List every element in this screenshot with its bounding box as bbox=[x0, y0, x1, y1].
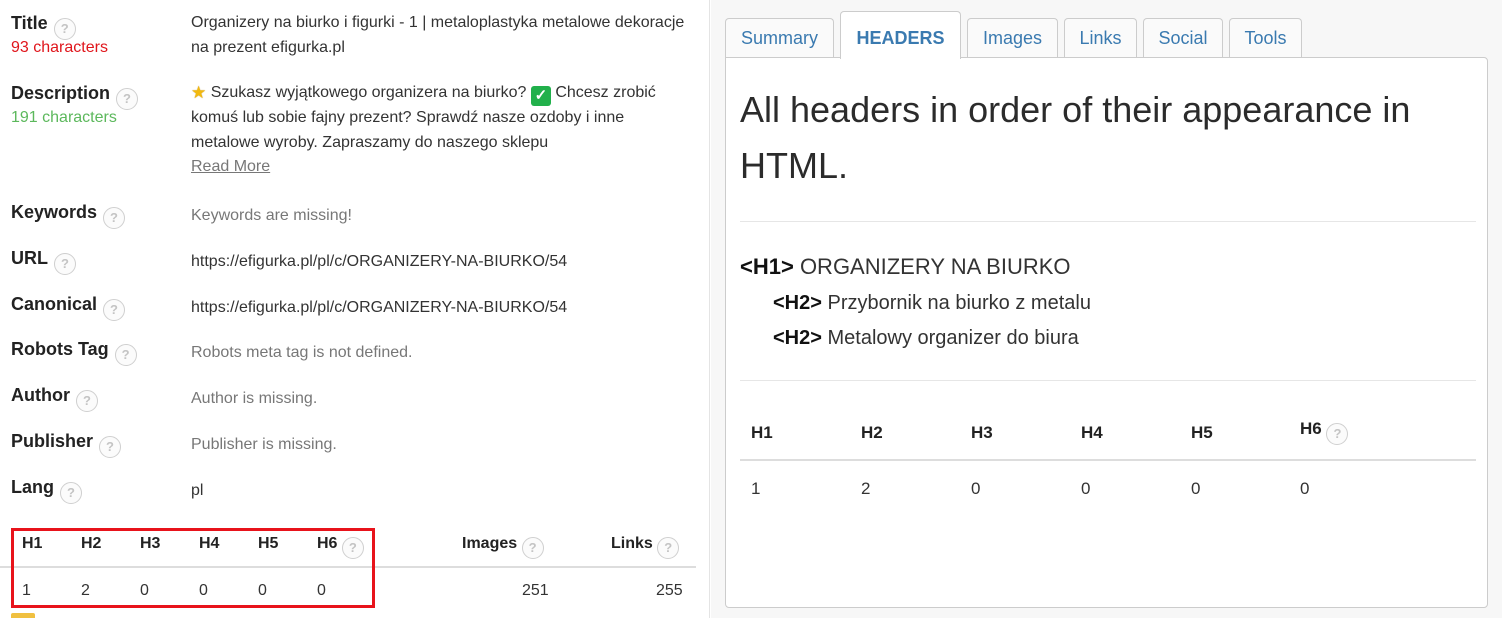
left-stats-header: H1 H2 H3 H4 H5 H6 ? Images ? Links ? bbox=[0, 530, 696, 568]
help-icon[interactable]: ? bbox=[521, 537, 544, 559]
tab-tools[interactable]: Tools bbox=[1229, 18, 1302, 58]
robots-value: Robots meta tag is not defined. bbox=[191, 344, 413, 361]
h4-count: 0 bbox=[1081, 479, 1091, 498]
lang-value: pl bbox=[191, 482, 204, 499]
links-column-header: Links bbox=[611, 535, 653, 552]
description-label: Description bbox=[11, 83, 111, 103]
headers-tab-content: All headers in order of their appearance… bbox=[725, 57, 1488, 608]
h4-count: 0 bbox=[199, 582, 208, 599]
url-label: URL bbox=[11, 248, 48, 268]
robots-label: Robots Tag bbox=[11, 339, 109, 359]
divider bbox=[740, 221, 1476, 222]
help-icon[interactable]: ? bbox=[114, 344, 137, 366]
header-text: Przybornik na biurko z metalu bbox=[821, 292, 1091, 314]
keywords-label: Keywords bbox=[11, 202, 98, 222]
h4-column-header: H4 bbox=[199, 535, 220, 552]
h3-column-header: H3 bbox=[971, 423, 993, 442]
h6-count: 0 bbox=[1300, 479, 1310, 498]
h2-count: 2 bbox=[861, 479, 871, 498]
images-count: 251 bbox=[522, 582, 549, 599]
headers-count-table-header: H1 H2 H3 H4 H5 H6 ? bbox=[740, 403, 1476, 461]
help-icon[interactable]: ? bbox=[75, 390, 98, 412]
header-text: Metalowy organizer do biura bbox=[821, 327, 1079, 349]
help-icon[interactable]: ? bbox=[54, 253, 76, 275]
publisher-label: Publisher bbox=[11, 431, 94, 451]
star-icon: ★ bbox=[191, 83, 207, 102]
tab-links[interactable]: Links bbox=[1064, 18, 1137, 58]
help-icon[interactable]: ? bbox=[657, 537, 680, 559]
partial-icon bbox=[11, 613, 35, 618]
h5-count: 0 bbox=[258, 582, 267, 599]
help-icon[interactable]: ? bbox=[1326, 423, 1349, 445]
headers-count-table-row: 1 2 0 0 0 0 bbox=[740, 463, 1476, 513]
help-icon[interactable]: ? bbox=[60, 482, 82, 504]
help-icon[interactable]: ? bbox=[103, 299, 126, 321]
h5-column-header: H5 bbox=[1191, 423, 1213, 442]
h1-column-header: H1 bbox=[751, 423, 773, 442]
publisher-value: Publisher is missing. bbox=[191, 436, 337, 453]
header-tag: <H1> bbox=[740, 254, 794, 279]
description-char-count: 191 characters bbox=[11, 109, 117, 126]
h3-count: 0 bbox=[140, 582, 149, 599]
h2-count: 2 bbox=[81, 582, 90, 599]
left-stats-values: 1 2 0 0 0 0 251 255 bbox=[0, 570, 696, 610]
tab-summary[interactable]: Summary bbox=[725, 18, 834, 58]
canonical-label: Canonical bbox=[11, 294, 98, 314]
header-tag: <H2> bbox=[773, 292, 822, 314]
details-panel: Summary HEADERS Images Links Social Tool… bbox=[711, 0, 1502, 618]
h1-count: 1 bbox=[751, 479, 761, 498]
h3-count: 0 bbox=[971, 479, 981, 498]
h1-column-header: H1 bbox=[22, 535, 43, 552]
h5-column-header: H5 bbox=[258, 535, 279, 552]
title-value: Organizery na biurko i figurki - 1 | met… bbox=[191, 14, 685, 56]
keywords-value: Keywords are missing! bbox=[191, 207, 352, 224]
h6-column-header: H6 bbox=[317, 535, 338, 552]
url-value: https://efigurka.pl/pl/c/ORGANIZERY-NA-B… bbox=[191, 253, 568, 270]
description-value: ★ Szukasz wyjątkowego organizera na biur… bbox=[191, 83, 656, 175]
tab-social[interactable]: Social bbox=[1143, 18, 1223, 58]
canonical-value: https://efigurka.pl/pl/c/ORGANIZERY-NA-B… bbox=[191, 299, 568, 316]
author-value: Author is missing. bbox=[191, 390, 318, 407]
check-box-icon: ✓ bbox=[530, 86, 551, 106]
read-more-link[interactable]: Read More bbox=[191, 158, 270, 175]
header-tag: <H2> bbox=[773, 327, 822, 349]
lang-label: Lang bbox=[11, 477, 54, 497]
h2-column-header: H2 bbox=[861, 423, 883, 442]
tab-headers[interactable]: HEADERS bbox=[840, 11, 961, 59]
seo-summary-panel: Title? 93 characters Organizery na biurk… bbox=[0, 0, 710, 618]
header-text: ORGANIZERY NA BIURKO bbox=[793, 254, 1071, 279]
h5-count: 0 bbox=[1191, 479, 1201, 498]
title-label: Title bbox=[11, 13, 48, 33]
divider bbox=[740, 380, 1476, 381]
header-entry: <H2> Metalowy organizer do biura bbox=[773, 327, 1079, 350]
h1-count: 1 bbox=[22, 582, 31, 599]
h6-count: 0 bbox=[317, 582, 326, 599]
help-icon[interactable]: ? bbox=[116, 88, 139, 110]
author-label: Author bbox=[11, 385, 70, 405]
images-column-header: Images bbox=[462, 535, 518, 552]
help-icon[interactable]: ? bbox=[53, 18, 76, 40]
tab-images[interactable]: Images bbox=[967, 18, 1058, 58]
help-icon[interactable]: ? bbox=[103, 207, 126, 229]
h6-column-header: H6 bbox=[1300, 419, 1322, 438]
header-entry: <H2> Przybornik na biurko z metalu bbox=[773, 292, 1091, 315]
help-icon[interactable]: ? bbox=[341, 537, 364, 559]
headers-panel-title: All headers in order of their appearance… bbox=[740, 89, 1411, 186]
help-icon[interactable]: ? bbox=[99, 436, 122, 458]
header-entry: <H1> ORGANIZERY NA BIURKO bbox=[740, 254, 1071, 280]
title-char-count: 93 characters bbox=[11, 39, 108, 56]
links-count: 255 bbox=[656, 582, 683, 599]
h4-column-header: H4 bbox=[1081, 423, 1103, 442]
h3-column-header: H3 bbox=[140, 535, 161, 552]
h2-column-header: H2 bbox=[81, 535, 102, 552]
